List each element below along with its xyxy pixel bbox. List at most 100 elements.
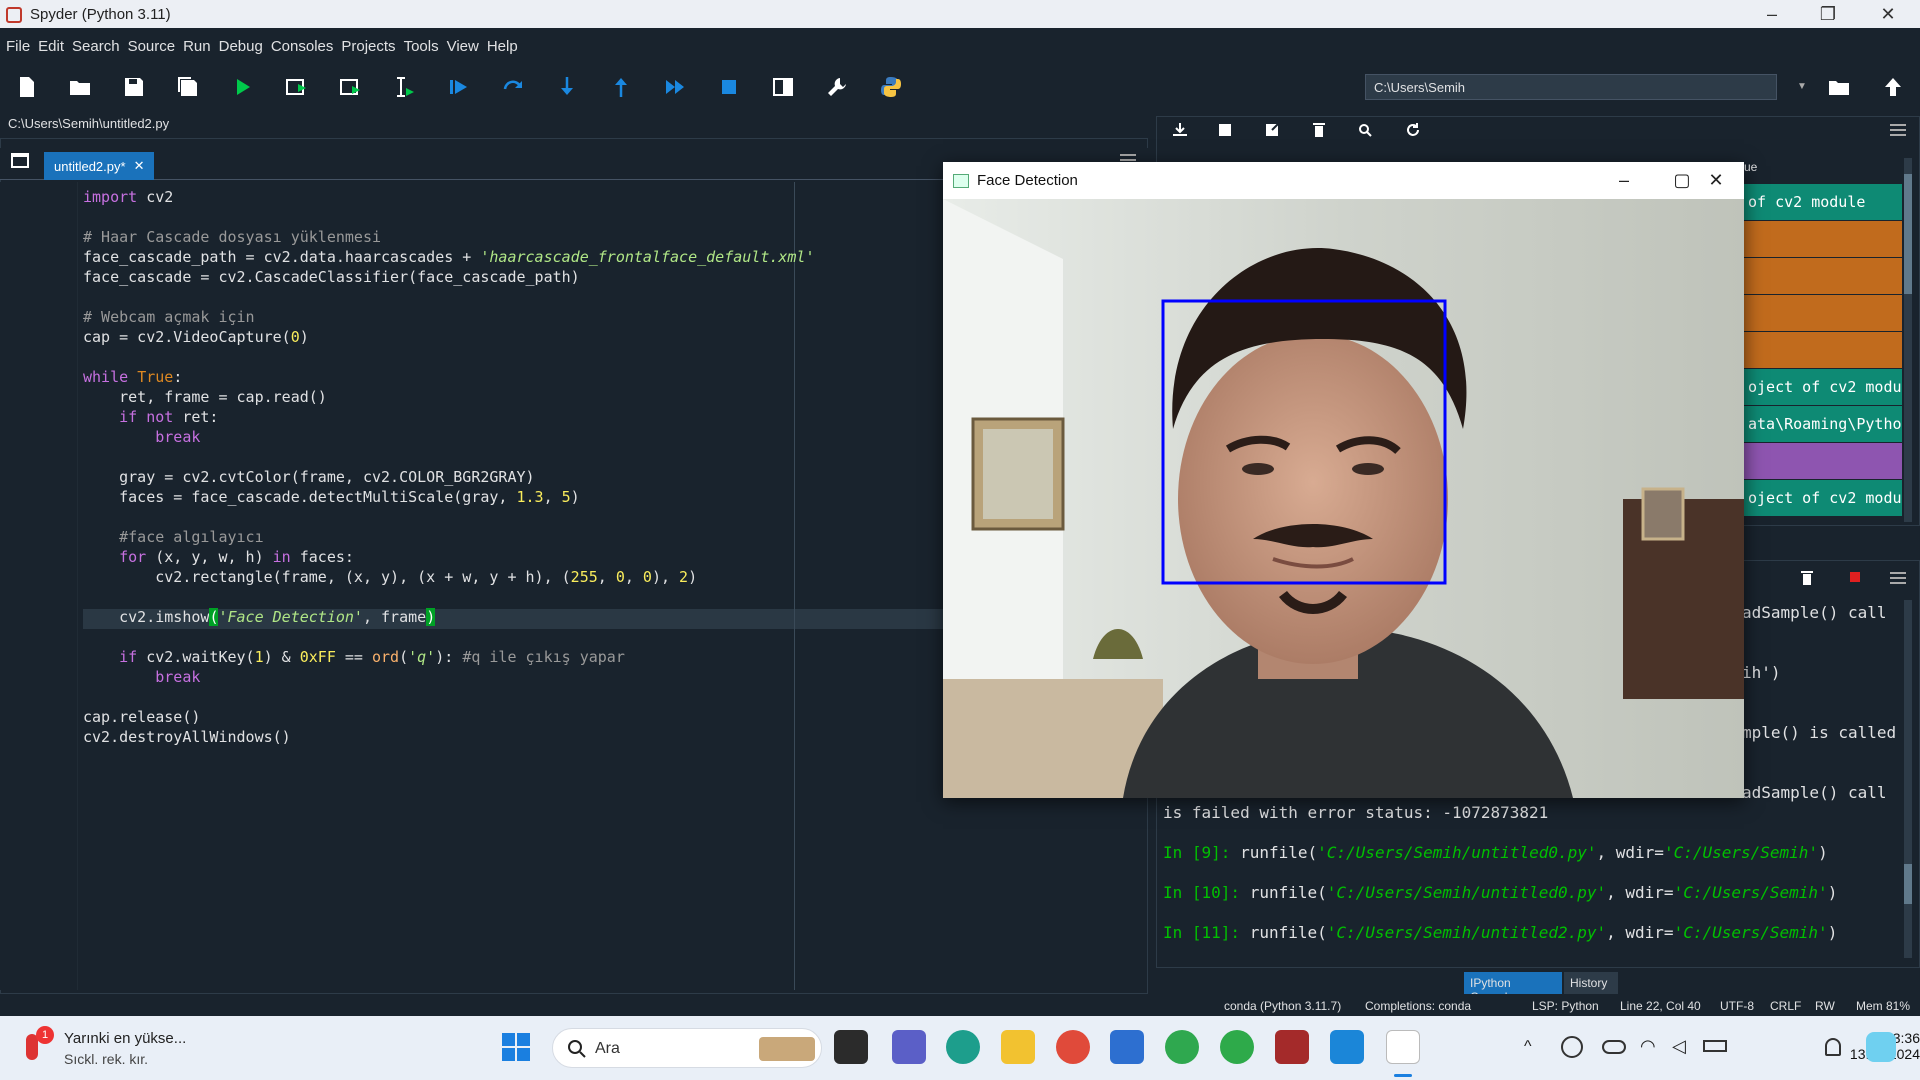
menu-edit[interactable]: Edit xyxy=(38,38,64,55)
console-output-fragment: adSample() call xyxy=(1742,603,1887,622)
face-window-close-button[interactable]: ✕ xyxy=(1688,162,1744,199)
refresh-variables-icon[interactable] xyxy=(1403,122,1423,138)
step-return-icon[interactable] xyxy=(606,72,636,102)
menu-help[interactable]: Help xyxy=(487,38,518,55)
variable-row[interactable] xyxy=(1744,258,1902,294)
run-cell-advance-icon[interactable] xyxy=(336,72,366,102)
windows-taskbar: 1 Yarınki en yükse... Sıckl. rek. kır. A… xyxy=(0,1016,1920,1080)
remove-all-variables-icon[interactable] xyxy=(1309,122,1329,138)
maximize-pane-icon[interactable] xyxy=(768,72,798,102)
chrome-profile-icon[interactable] xyxy=(1056,1030,1090,1064)
step-over-icon[interactable] xyxy=(498,72,528,102)
browse-directory-icon[interactable] xyxy=(1824,72,1854,102)
status-environment[interactable]: conda (Python 3.11.7) xyxy=(1224,999,1341,1013)
volume-icon[interactable]: ◁ xyxy=(1672,1036,1686,1057)
menu-projects[interactable]: Projects xyxy=(341,38,395,55)
browse-tabs-icon[interactable] xyxy=(10,151,32,171)
menu-consoles[interactable]: Consoles xyxy=(271,38,334,55)
tab-untitled2[interactable]: untitled2.py* ✕ xyxy=(44,152,154,180)
console-prompt-line: In [10]: runfile('C:/Users/Semih/untitle… xyxy=(1163,883,1838,902)
menu-run[interactable]: Run xyxy=(183,38,211,55)
task-view-icon[interactable] xyxy=(834,1030,868,1064)
clear-console-icon[interactable] xyxy=(1800,570,1814,586)
run-file-icon[interactable] xyxy=(228,72,258,102)
variable-scrollbar[interactable] xyxy=(1904,158,1912,522)
face-detection-window[interactable]: Face Detection – ▢ ✕ xyxy=(943,162,1744,798)
close-tab-icon[interactable]: ✕ xyxy=(134,158,145,174)
open-folder-icon[interactable] xyxy=(65,72,95,102)
save-all-icon[interactable] xyxy=(173,72,203,102)
interrupt-kernel-icon[interactable] xyxy=(1850,572,1860,582)
battery-icon[interactable] xyxy=(1703,1040,1727,1052)
tab-ipython-console[interactable]: IPython Console xyxy=(1464,972,1562,1004)
console-scrollbar[interactable] xyxy=(1904,600,1912,958)
chrome-icon[interactable] xyxy=(1165,1030,1199,1064)
console-options-icon[interactable] xyxy=(1890,572,1906,584)
minimize-button[interactable]: – xyxy=(1744,0,1800,28)
save-data-as-icon[interactable] xyxy=(1262,122,1282,138)
variable-row[interactable]: oject of cv2 module xyxy=(1744,480,1902,516)
teams-icon[interactable] xyxy=(892,1030,926,1064)
menu-view[interactable]: View xyxy=(447,38,479,55)
close-button[interactable]: ✕ xyxy=(1860,0,1916,28)
edge-line xyxy=(794,182,795,990)
code-line: while True: xyxy=(83,368,183,386)
menu-file[interactable]: File xyxy=(6,38,30,55)
tab-history[interactable]: History xyxy=(1564,972,1618,994)
window-title: Spyder (Python 3.11) xyxy=(30,5,171,23)
notepad-icon[interactable] xyxy=(1110,1030,1144,1064)
photos-icon[interactable] xyxy=(1330,1030,1364,1064)
code-line: cv2.rectangle(frame, (x, y), (x + w, y +… xyxy=(83,568,698,586)
variable-row[interactable] xyxy=(1744,443,1902,479)
variable-row[interactable]: oject of cv2 module xyxy=(1744,369,1902,405)
menu-search[interactable]: Search xyxy=(72,38,120,55)
preferences-wrench-icon[interactable] xyxy=(822,72,852,102)
working-directory-dropdown-icon[interactable]: ▼ xyxy=(1797,74,1809,100)
taskbar-search-input[interactable]: Ara xyxy=(552,1028,822,1068)
file-explorer-icon[interactable] xyxy=(1001,1030,1035,1064)
debug-file-icon[interactable] xyxy=(444,72,474,102)
spyder-taskbar-icon[interactable] xyxy=(1275,1030,1309,1064)
step-into-icon[interactable] xyxy=(552,72,582,102)
wifi-icon[interactable]: ◠ xyxy=(1640,1036,1656,1057)
onedrive-cloud-icon[interactable] xyxy=(1602,1040,1626,1054)
face-window-minimize-button[interactable]: – xyxy=(1596,162,1652,199)
save-data-icon[interactable] xyxy=(1215,122,1235,138)
edge-browser-icon[interactable] xyxy=(946,1030,980,1064)
python-path-icon[interactable] xyxy=(876,72,906,102)
variable-row[interactable] xyxy=(1744,295,1902,331)
run-cell-icon[interactable] xyxy=(282,72,312,102)
notification-bell-icon[interactable] xyxy=(1825,1038,1841,1056)
anaconda-icon[interactable] xyxy=(1220,1030,1254,1064)
status-completions[interactable]: Completions: conda xyxy=(1365,999,1471,1013)
status-lsp[interactable]: LSP: Python xyxy=(1532,999,1599,1013)
face-detection-title-bar[interactable]: Face Detection – ▢ ✕ xyxy=(943,162,1744,199)
stop-debug-icon[interactable] xyxy=(714,72,744,102)
editor-file-path: C:\Users\Semih\untitled2.py xyxy=(8,116,170,131)
blank-document-icon[interactable] xyxy=(1386,1030,1420,1064)
menu-source[interactable]: Source xyxy=(128,38,176,55)
variable-row[interactable]: ata\Roaming\Python… xyxy=(1744,406,1902,442)
search-variables-icon[interactable] xyxy=(1356,122,1376,138)
new-file-icon[interactable] xyxy=(12,72,42,102)
variable-row[interactable]: of cv2 module xyxy=(1744,184,1902,220)
variable-row[interactable] xyxy=(1744,221,1902,257)
chevron-up-icon[interactable]: ^ xyxy=(1524,1038,1532,1056)
parent-directory-icon[interactable] xyxy=(1878,72,1908,102)
menu-tools[interactable]: Tools xyxy=(404,38,439,55)
menu-bar: File Edit Search Source Run Debug Consol… xyxy=(0,28,1920,64)
run-selection-icon[interactable] xyxy=(390,72,420,102)
copilot-icon[interactable] xyxy=(1866,1032,1896,1062)
restore-button[interactable]: ❐ xyxy=(1800,0,1856,28)
menu-debug[interactable]: Debug xyxy=(219,38,263,55)
working-directory-input[interactable]: C:\Users\Semih xyxy=(1365,74,1777,100)
continue-icon[interactable] xyxy=(660,72,690,102)
import-data-icon[interactable] xyxy=(1170,122,1190,138)
variable-row[interactable] xyxy=(1744,332,1902,368)
sync-icon[interactable] xyxy=(1561,1036,1583,1058)
windows-start-icon[interactable] xyxy=(499,1030,533,1064)
variable-explorer-options-icon[interactable] xyxy=(1890,124,1906,136)
console-output-fragment: adSample() call xyxy=(1742,783,1887,802)
value-column-header[interactable]: ue xyxy=(1744,160,1757,174)
save-icon[interactable] xyxy=(119,72,149,102)
